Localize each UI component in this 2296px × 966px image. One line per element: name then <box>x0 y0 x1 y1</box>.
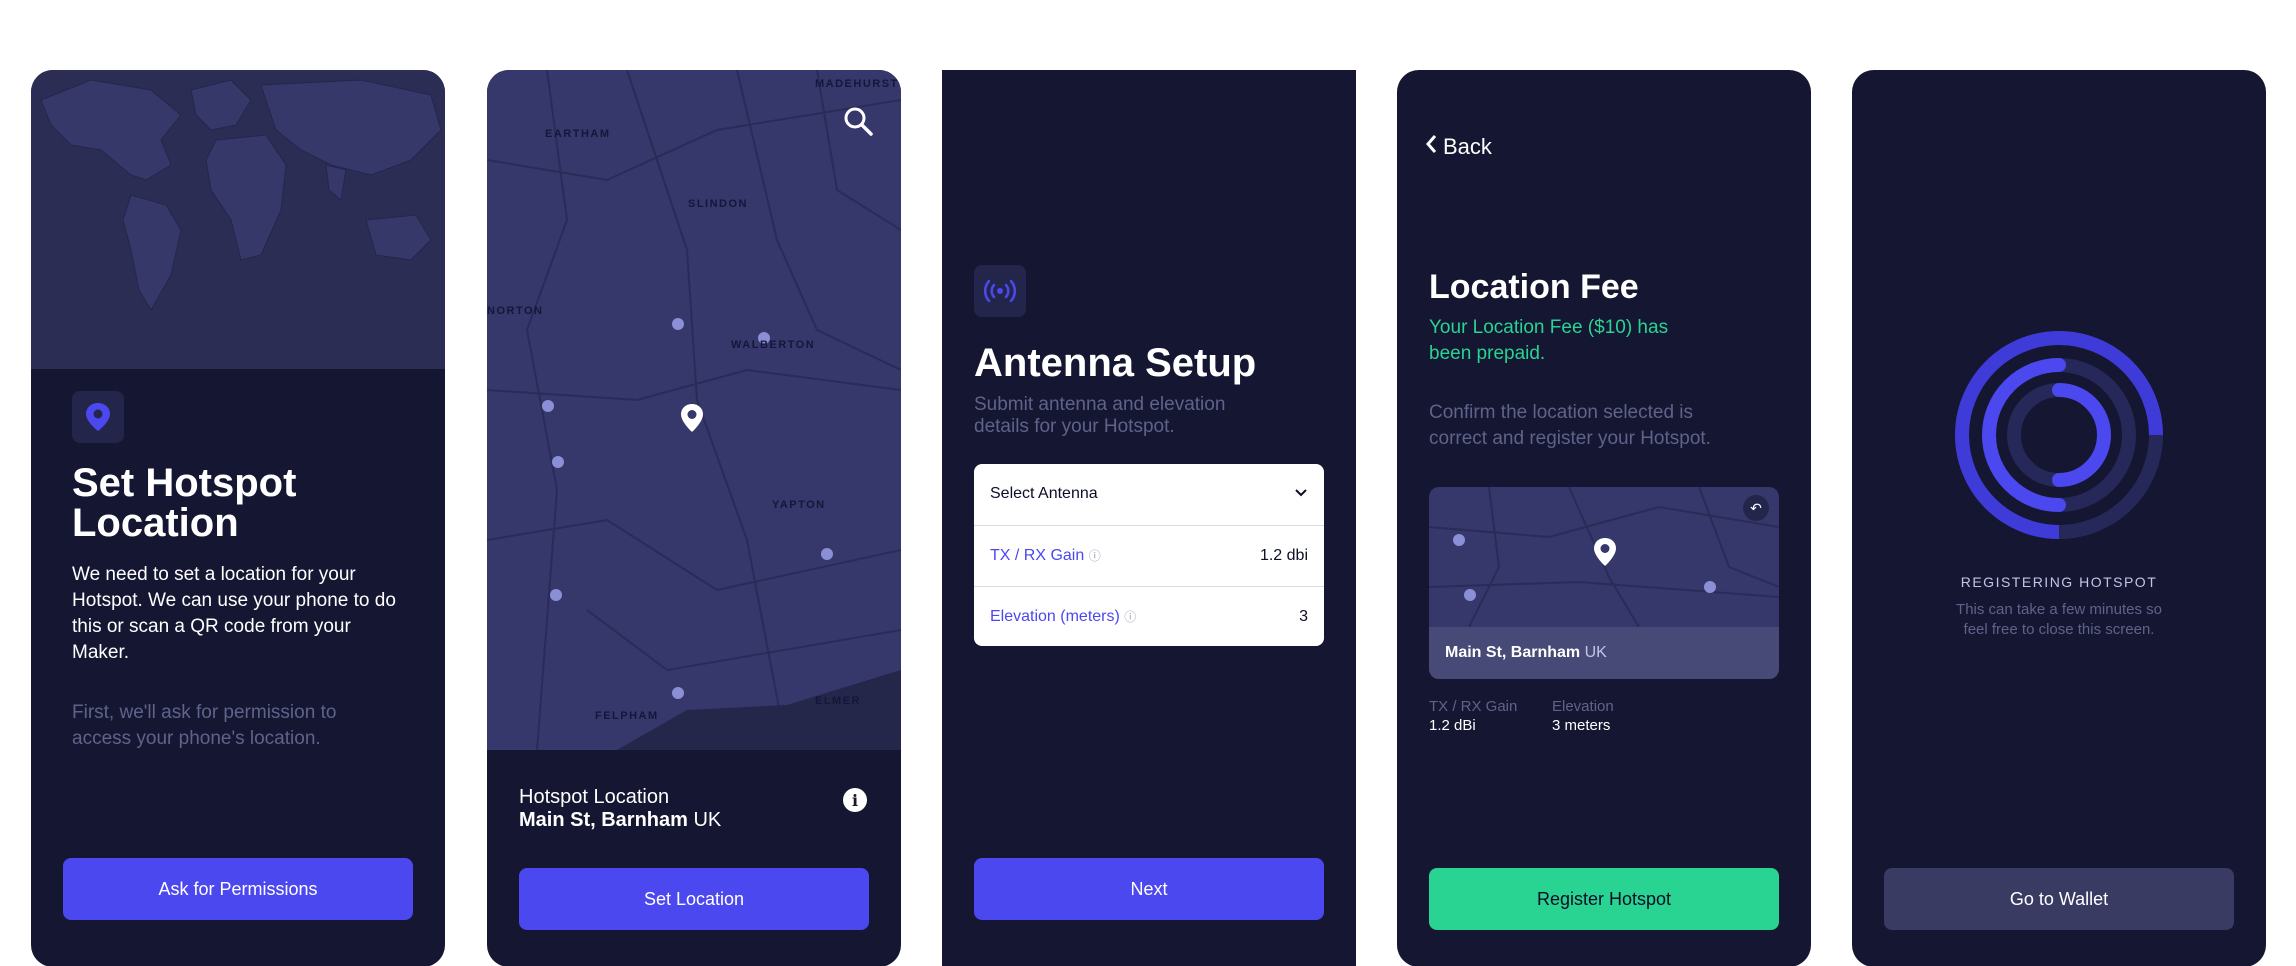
elevation-field[interactable]: Elevation (meters) ⓘ 3 <box>974 586 1324 646</box>
prepaid-notice: Your Location Fee ($10) has been prepaid… <box>1429 317 1669 364</box>
location-street: Main St, Barnham <box>519 809 688 831</box>
gain-field[interactable]: TX / RX Gain ⓘ 1.2 dbi <box>974 525 1324 585</box>
back-button[interactable]: Back <box>1425 134 1492 160</box>
screen-location-fee: Back Location Fee Your Location Fee ($10… <box>1397 70 1811 966</box>
location-pin-icon <box>72 391 124 443</box>
register-hotspot-button[interactable]: Register Hotspot <box>1429 868 1779 930</box>
map-label: WALBERTON <box>731 339 816 351</box>
elevation-value: 3 <box>1299 607 1308 625</box>
location-country: UK <box>693 809 722 831</box>
preview-country: UK <box>1584 644 1607 661</box>
help-icon: ⓘ <box>1124 609 1137 624</box>
page-title: Set Hotspot Location <box>72 461 297 545</box>
antenna-signal-icon <box>974 265 1026 317</box>
elevation-label: Elevation (meters) <box>990 607 1120 625</box>
progress-spinner <box>1949 325 2169 550</box>
map-pin-icon <box>680 403 704 438</box>
location-label: Hotspot Location <box>519 786 670 808</box>
registering-status: REGISTERING HOTSPOT <box>1960 574 2158 590</box>
page-title: Location Fee <box>1429 268 1639 306</box>
elevation-summary: Elevation 3 meters <box>1552 698 1614 734</box>
subtitle: Submit antenna and elevation details for… <box>974 394 1226 437</box>
gain-label: TX / RX Gain <box>990 546 1085 564</box>
undo-icon[interactable]: ↶ <box>1743 495 1769 521</box>
location-address: Main St, Barnham UK <box>519 809 721 832</box>
map-label: MADEHURST <box>815 78 899 90</box>
select-antenna-label: Select Antenna <box>990 485 1098 502</box>
ask-permissions-button[interactable]: Ask for Permissions <box>63 858 413 920</box>
gain-summary: TX / RX Gain 1.2 dBi <box>1429 698 1517 734</box>
gain-summary-value: 1.2 dBi <box>1429 717 1476 734</box>
registering-note: This can take a few minutes so feel free… <box>1956 601 2162 638</box>
antenna-form: Select Antenna TX / RX Gain ⓘ 1.2 dbi El… <box>974 464 1324 646</box>
map-label: ELMER <box>815 695 861 707</box>
search-icon[interactable] <box>842 105 874 142</box>
permission-note: First, we'll ask for permission to acces… <box>72 702 337 749</box>
set-location-button[interactable]: Set Location <box>519 868 869 930</box>
map-label: NORTON <box>487 305 544 317</box>
next-button[interactable]: Next <box>974 858 1324 920</box>
screen-set-location: MADEHURST EARTHAM SLINDON NORTON WALBERT… <box>487 70 901 966</box>
map-label: SLINDON <box>688 198 748 210</box>
gain-value: 1.2 dbi <box>1259 546 1308 564</box>
chevron-left-icon <box>1425 134 1437 160</box>
elevation-summary-label: Elevation <box>1552 698 1614 715</box>
confirm-text: Confirm the location selected is correct… <box>1429 402 1711 449</box>
gain-summary-label: TX / RX Gain <box>1429 698 1518 715</box>
page-title: Antenna Setup <box>974 341 1257 385</box>
select-antenna-dropdown[interactable]: Select Antenna <box>974 464 1324 524</box>
screen-registering: REGISTERING HOTSPOT This can take a few … <box>1852 70 2266 966</box>
preview-address: Main St, Barnham UK <box>1429 627 1779 679</box>
description: We need to set a location for your Hotsp… <box>72 564 396 663</box>
go-to-wallet-button[interactable]: Go to Wallet <box>1884 868 2234 930</box>
map-pin-icon <box>1593 537 1617 572</box>
back-label: Back <box>1443 134 1492 159</box>
world-map <box>31 70 445 369</box>
elevation-summary-value: 3 meters <box>1552 717 1611 734</box>
help-icon: ⓘ <box>1088 548 1101 563</box>
location-preview-card: ↶ Main St, Barnham UK <box>1429 487 1779 679</box>
info-icon[interactable]: i <box>843 788 867 812</box>
map-label: FELPHAM <box>595 710 659 722</box>
chevron-down-icon <box>1294 485 1308 503</box>
preview-street: Main St, Barnham <box>1445 644 1581 661</box>
map-label: YAPTON <box>772 499 826 511</box>
map-label: EARTHAM <box>545 128 611 140</box>
screen-set-hotspot-location: Set Hotspot Location We need to set a lo… <box>31 70 445 966</box>
screen-antenna-setup: Antenna Setup Submit antenna and elevati… <box>942 70 1356 966</box>
